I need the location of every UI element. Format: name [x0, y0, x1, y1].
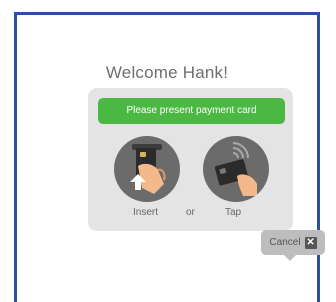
- insert-label: Insert: [133, 207, 159, 218]
- tap-card-option[interactable]: [203, 136, 269, 202]
- close-icon: ✕: [304, 236, 317, 249]
- cancel-label: Cancel: [269, 237, 301, 248]
- cancel-button[interactable]: Cancel ✕: [261, 230, 325, 261]
- prompt-banner: Please present payment card: [98, 98, 285, 124]
- or-separator: or: [186, 207, 195, 218]
- welcome-heading: Welcome Hank!: [105, 63, 229, 82]
- contactless-tap-icon: [214, 142, 257, 196]
- tap-label: Tap: [225, 207, 242, 218]
- insert-card-option[interactable]: [114, 136, 180, 202]
- insert-card-icon: [130, 144, 166, 194]
- payment-panel: Please present payment card Insert or Ta…: [88, 88, 293, 231]
- payment-window: Welcome Hank! Please present payment car…: [14, 12, 320, 302]
